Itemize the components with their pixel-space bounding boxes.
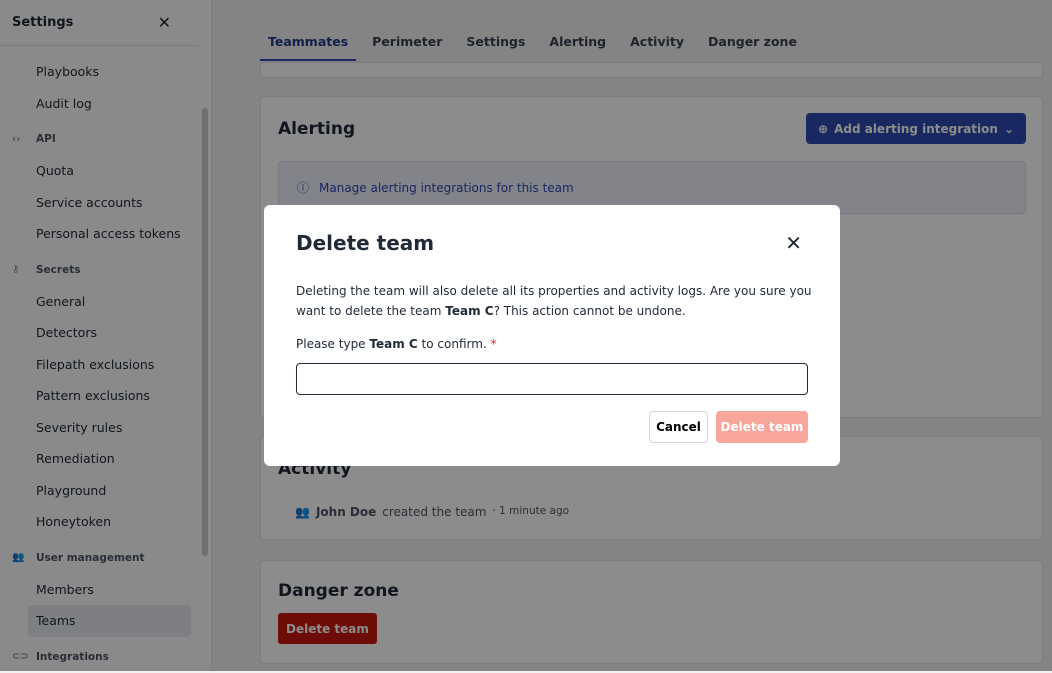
message-part: ? This action cannot be undone. (493, 304, 686, 318)
cancel-button[interactable]: Cancel (649, 411, 708, 443)
confirm-delete-team-button[interactable]: Delete team (716, 411, 808, 443)
confirm-team-name-input[interactable] (296, 363, 808, 395)
delete-team-modal: Delete team ✕ Deleting the team will als… (264, 205, 840, 466)
label-part: Please type (296, 337, 370, 351)
modal-title: Delete team (296, 231, 435, 255)
confirm-label: Please type Team C to confirm. * (296, 337, 497, 351)
team-name: Team C (369, 337, 418, 351)
modal-message: Deleting the team will also delete all i… (296, 281, 816, 321)
required-marker: * (490, 337, 497, 351)
close-icon[interactable]: ✕ (785, 231, 802, 255)
team-name: Team C (445, 304, 494, 318)
label-part: to confirm. (417, 337, 487, 351)
